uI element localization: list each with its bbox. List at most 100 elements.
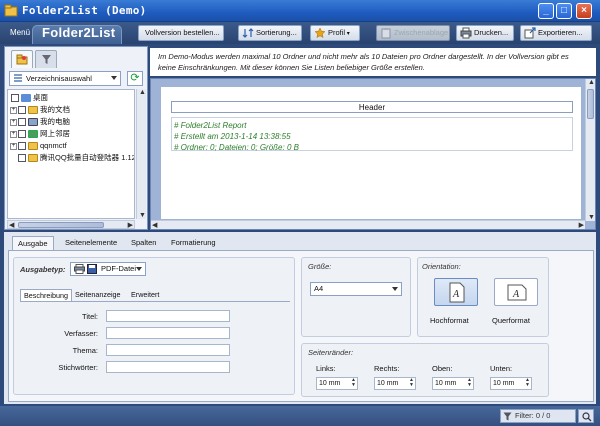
tree-item-label: qqnmctf xyxy=(40,141,67,150)
margin-right-value: 10 mm xyxy=(377,380,399,387)
scroll-up-icon[interactable]: ▲ xyxy=(139,89,146,96)
tab-columns[interactable]: Spalten xyxy=(126,236,161,250)
sort-button[interactable]: Sortierung... xyxy=(238,25,302,41)
tree-checkbox[interactable] xyxy=(18,106,26,115)
tree-item-qq-login[interactable]: 腾讯QQ批量自动登陆器 1.12 xyxy=(10,152,135,163)
print-label: Drucken... xyxy=(474,28,509,37)
output-type-select[interactable]: PDF-Datei xyxy=(70,262,146,276)
spinner-icon[interactable]: ▲ ▼ xyxy=(409,378,414,388)
tree-item-desktop[interactable]: 桌面 xyxy=(10,92,48,103)
clipboard-button[interactable]: Zwischenablage xyxy=(376,25,450,41)
refresh-button[interactable]: ⟳ xyxy=(127,71,143,86)
report-line: # Erstellt am 2013-1-14 13:38:55 xyxy=(174,132,291,141)
folder-tab-icon xyxy=(16,54,28,65)
tree-vertical-scrollbar[interactable]: ▲ ▼ xyxy=(136,89,146,219)
export-icon xyxy=(524,27,536,39)
tree-item-computer[interactable]: + 我的电脑 xyxy=(10,116,70,127)
spinner-icon[interactable]: ▲ ▼ xyxy=(351,378,356,388)
scroll-left-icon[interactable]: ◀ xyxy=(9,221,14,229)
minimize-button[interactable]: _ xyxy=(538,3,554,19)
tree-checkbox[interactable] xyxy=(18,118,26,127)
profile-button[interactable]: Profil ▾ xyxy=(310,25,360,41)
tab-formatting[interactable]: Formatierung xyxy=(166,236,221,250)
demo-info-text: Im Demo-Modus werden maximal 10 Ordner u… xyxy=(150,48,596,76)
brand-logo: Folder2List xyxy=(42,25,116,40)
preview-vertical-scrollbar[interactable]: ▲ ▼ xyxy=(585,79,595,221)
paper-size-select[interactable]: A4 xyxy=(310,282,402,296)
tree-checkbox[interactable] xyxy=(18,142,26,151)
expand-icon[interactable]: + xyxy=(10,106,17,114)
scroll-thumb[interactable] xyxy=(587,89,594,119)
expand-icon[interactable]: + xyxy=(10,142,17,150)
output-type-label: Ausgabetyp: xyxy=(20,265,66,274)
app-icon xyxy=(4,4,18,17)
tab-page-elements[interactable]: Seitenelemente xyxy=(60,236,122,250)
margin-right-input[interactable]: 10 mm ▲ ▼ xyxy=(374,377,416,390)
title-field[interactable] xyxy=(106,310,230,322)
margin-top-input[interactable]: 10 mm ▲ ▼ xyxy=(432,377,474,390)
print-button[interactable]: Drucken... xyxy=(456,25,514,41)
report-text: # Folder2List Report # Erstellt am 2013-… xyxy=(171,117,573,152)
margin-top-label: Oben: xyxy=(432,364,453,373)
svg-text:A: A xyxy=(452,289,460,300)
output-group: Ausgabetyp: PDF-Datei Beschreibung Seite… xyxy=(13,257,295,395)
directory-select[interactable]: Verzeichnisauswahl xyxy=(9,71,121,86)
filter-icon xyxy=(42,55,51,64)
tree-item-qqnmctf[interactable]: + qqnmctf xyxy=(10,140,67,151)
margin-bottom-input[interactable]: 10 mm ▲ ▼ xyxy=(490,377,532,390)
spinner-icon[interactable]: ▲ ▼ xyxy=(467,378,472,388)
tree-item-label: 腾讯QQ批量自动登陆器 1.12 xyxy=(40,153,135,162)
tree-checkbox[interactable] xyxy=(18,130,26,139)
scroll-down-icon[interactable]: ▼ xyxy=(588,214,595,221)
margin-bottom-value: 10 mm xyxy=(493,380,515,387)
preview-header: Header xyxy=(171,101,573,113)
expand-icon[interactable]: + xyxy=(10,130,17,138)
keywords-field[interactable] xyxy=(106,361,230,373)
preview-horizontal-scrollbar[interactable]: ◀ ▶ xyxy=(151,220,585,229)
options-area: Ausgabe Seitenelemente Spalten Formatier… xyxy=(4,232,596,404)
status-bar: Filter: 0 / 0 xyxy=(0,406,600,426)
orientation-group: Orientation: A A Hochformat Querformat xyxy=(417,257,549,337)
tree-checkbox[interactable] xyxy=(18,154,26,163)
scroll-right-icon[interactable]: ▶ xyxy=(128,221,133,229)
filter-icon xyxy=(503,412,512,421)
scroll-down-icon[interactable]: ▼ xyxy=(139,212,146,219)
portrait-button[interactable]: A xyxy=(434,278,478,306)
maximize-button[interactable]: □ xyxy=(556,3,572,19)
output-type-value: PDF-Datei xyxy=(101,264,137,273)
landscape-button[interactable]: A xyxy=(494,278,538,306)
margin-left-input[interactable]: 10 mm ▲ ▼ xyxy=(316,377,358,390)
network-icon xyxy=(28,130,38,139)
folder-tree[interactable]: 桌面 + 我的文档 + 我的电脑 + 网上邻居 + qqnmctf 腾讯QQ批量自动登陆… xyxy=(7,89,135,219)
scroll-right-icon[interactable]: ▶ xyxy=(579,221,584,229)
tab-folders[interactable] xyxy=(11,50,33,68)
tree-checkbox[interactable] xyxy=(11,94,19,103)
search-button[interactable] xyxy=(578,409,594,423)
scroll-left-icon[interactable]: ◀ xyxy=(152,221,157,229)
portrait-label: Hochformat xyxy=(430,316,469,325)
profile-label: Profil xyxy=(328,28,346,37)
scroll-up-icon[interactable]: ▲ xyxy=(588,79,595,86)
scroll-thumb[interactable] xyxy=(18,222,104,228)
subject-field[interactable] xyxy=(106,344,230,356)
menu-button[interactable]: Menü xyxy=(10,28,30,37)
window-title: Folder2List (Demo) xyxy=(22,4,147,17)
margin-left-label: Links: xyxy=(316,364,336,373)
orientation-label: Orientation: xyxy=(422,262,461,271)
export-button[interactable]: Exportieren... xyxy=(520,25,592,41)
sort-label: Sortierung... xyxy=(256,28,297,37)
expand-icon[interactable]: + xyxy=(10,118,17,126)
spinner-icon[interactable]: ▲ ▼ xyxy=(525,378,530,388)
tree-item-documents[interactable]: + 我的文档 xyxy=(10,104,70,115)
author-field[interactable] xyxy=(106,327,230,339)
tree-item-network[interactable]: + 网上邻居 xyxy=(10,128,70,139)
close-button[interactable]: × xyxy=(576,3,592,19)
tab-output[interactable]: Ausgabe xyxy=(12,236,54,250)
tree-horizontal-scrollbar[interactable]: ◀ ▶ xyxy=(7,220,135,229)
buy-full-version-button[interactable]: Vollversion bestellen... xyxy=(138,25,224,41)
landscape-icon: A xyxy=(507,284,527,301)
buy-label: Vollversion bestellen... xyxy=(145,28,220,37)
margin-right-label: Rechts: xyxy=(374,364,400,373)
tree-item-label: 网上邻居 xyxy=(40,129,70,138)
tab-filter[interactable] xyxy=(35,50,57,68)
